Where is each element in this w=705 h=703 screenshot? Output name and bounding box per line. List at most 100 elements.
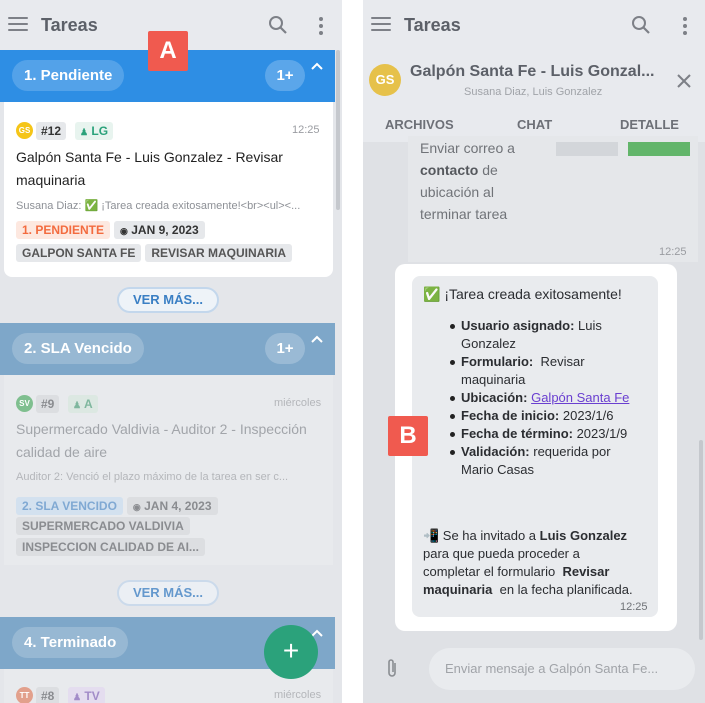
form-tag: INSPECCION CALIDAD DE AI... xyxy=(16,538,205,556)
task-title-line1: Galpón Santa Fe - Luis Gonzalez - Revisa… xyxy=(16,149,283,165)
field-fecha-inicio: Fecha de inicio: 2023/1/6 xyxy=(461,408,614,423)
field-usuario: Usuario asignado: Luis xyxy=(461,318,602,333)
avatar: SV xyxy=(16,395,33,412)
page-title: Tareas xyxy=(41,15,98,35)
field-usuario-cont: Gonzalez xyxy=(461,336,516,351)
prev-time: 12:25 xyxy=(659,246,687,258)
task-created-message: ✅ ¡Tarea creada exitosamente! Usuario as… xyxy=(412,276,658,617)
button-fragment-green xyxy=(628,142,690,156)
field-fecha-termino: Fecha de término: 2023/1/9 xyxy=(461,426,628,441)
section-name: 2. SLA Vencido xyxy=(12,333,144,364)
section-count: 1+ xyxy=(265,333,305,364)
message-input-placeholder: Enviar mensaje a Galpón Santa Fe... xyxy=(445,661,659,676)
location-tag: GALPON SANTA FE xyxy=(16,244,142,262)
avatar: TT xyxy=(16,687,33,703)
add-task-button[interactable]: + xyxy=(264,625,318,679)
search-icon[interactable] xyxy=(631,15,651,35)
search-icon[interactable] xyxy=(268,15,288,35)
section-header-sla-vencido[interactable]: 2. SLA Vencido 1+ xyxy=(0,323,335,375)
hamburger-menu-icon[interactable] xyxy=(371,17,391,33)
task-number: #8 xyxy=(36,687,60,703)
task-title-line2: maquinaria xyxy=(16,172,86,188)
paperclip-icon[interactable] xyxy=(385,657,399,679)
scrollbar[interactable] xyxy=(336,50,340,210)
assignee-badge: ♟ LG xyxy=(75,122,114,140)
section-count: 1+ xyxy=(265,60,305,91)
location-tag: SUPERMERCADO VALDIVIA xyxy=(16,517,190,535)
assignee-badge: ♟ TV xyxy=(68,687,105,703)
location-link[interactable]: Galpón Santa Fe xyxy=(531,390,629,405)
chat-title: Galpón Santa Fe - Luis Gonzal... xyxy=(410,63,655,80)
task-title-line1: Supermercado Valdivia - Auditor 2 - Insp… xyxy=(16,421,307,437)
see-more-button[interactable]: VER MÁS... xyxy=(117,287,219,313)
hamburger-menu-icon[interactable] xyxy=(8,17,28,33)
user-icon: ♟ xyxy=(73,692,82,702)
invite-line2: para que pueda proceder a xyxy=(423,546,580,561)
invite-line3: completar el formulario Revisar xyxy=(423,564,610,579)
section-name: 4. Terminado xyxy=(12,627,129,658)
field-formulario-cont: maquinaria xyxy=(461,372,526,387)
chat-subtitle: Susana Diaz, Luis Gonzalez xyxy=(464,86,603,98)
message-input[interactable]: Enviar mensaje a Galpón Santa Fe... xyxy=(429,648,695,690)
task-preview: Auditor 2: Venció el plazo máximo de la … xyxy=(16,471,289,483)
chevron-up-icon[interactable] xyxy=(311,61,323,73)
assignee-initials: A xyxy=(83,397,93,411)
task-list-panel: Tareas 1. Pendiente 1+ GS #12 ♟ LG 12:25… xyxy=(0,0,342,703)
tab-archivos[interactable]: ARCHIVOS xyxy=(385,117,454,132)
field-ubicacion: Ubicación: Galpón Santa Fe xyxy=(461,390,630,405)
status-tag: 1. PENDIENTE xyxy=(16,221,111,239)
assignee-initials: TV xyxy=(84,689,100,703)
user-icon: ♟ xyxy=(80,127,89,137)
clock-icon: ◉ xyxy=(120,226,128,236)
task-tag-location: SUPERMERCADO VALDIVIA xyxy=(16,517,194,535)
task-time: miércoles xyxy=(274,397,322,409)
task-tags-row1: 2. SLA VENCIDO ◉ JAN 4, 2023 xyxy=(16,497,222,515)
chevron-up-icon[interactable] xyxy=(311,334,323,346)
task-number: #12 xyxy=(36,122,67,140)
previous-message: Enviar correo a contacto de ubicación al… xyxy=(408,136,698,262)
task-tags-row1: 1. PENDIENTE ◉ JAN 9, 2023 xyxy=(16,221,209,239)
task-tags-row2: GALPON SANTA FE REVISAR MAQUINARIA xyxy=(16,244,296,262)
more-options-icon[interactable] xyxy=(319,17,323,38)
field-validacion-cont: Mario Casas xyxy=(461,462,534,477)
button-fragment xyxy=(556,142,618,156)
message-heading: ✅ ¡Tarea creada exitosamente! xyxy=(423,286,622,302)
marker-a: A xyxy=(148,31,188,71)
task-card[interactable]: SV #9 ♟ A miércoles Supermercado Valdivi… xyxy=(4,375,333,565)
page-title: Tareas xyxy=(404,15,461,35)
more-options-icon[interactable] xyxy=(683,17,687,38)
task-number: #9 xyxy=(36,395,60,413)
date-tag: ◉ JAN 9, 2023 xyxy=(114,221,205,239)
field-formulario: Formulario: Revisar xyxy=(461,354,585,369)
prev-line1: Enviar correo a xyxy=(420,140,515,156)
top-bar: Tareas xyxy=(363,0,705,50)
invite-line4: maquinaria en la fecha planificada. xyxy=(423,582,633,597)
field-validacion: Validación: requerida por xyxy=(461,444,611,459)
tab-chat[interactable]: CHAT xyxy=(517,117,552,132)
form-tag: REVISAR MAQUINARIA xyxy=(145,244,293,262)
prev-line3: ubicación al xyxy=(420,184,494,200)
section-name: 1. Pendiente xyxy=(12,60,125,91)
task-title-line2: calidad de aire xyxy=(16,444,108,460)
invite-line1: 📲 Se ha invitado a Luis Gonzalez xyxy=(423,528,628,543)
task-time: miércoles xyxy=(274,689,322,701)
clock-icon: ◉ xyxy=(132,502,141,512)
task-tag-form: INSPECCION CALIDAD DE AI... xyxy=(16,538,209,556)
user-icon: ♟ xyxy=(73,400,82,410)
status-tag: 2. SLA VENCIDO xyxy=(16,497,123,515)
chat-header: GS Galpón Santa Fe - Luis Gonzal... Susa… xyxy=(363,50,705,142)
prev-line4: terminar tarea xyxy=(420,206,508,222)
tab-detalle[interactable]: DETALLE xyxy=(620,117,679,132)
task-preview: Susana Diaz: ✅ ¡Tarea creada exitosament… xyxy=(16,200,301,212)
assignee-badge: ♟ A xyxy=(68,395,98,413)
prev-line2: contacto de xyxy=(420,162,498,178)
marker-b: B xyxy=(388,416,428,456)
date-tag: ◉ JAN 4, 2023 xyxy=(126,497,218,515)
see-more-button[interactable]: VER MÁS... xyxy=(117,580,219,606)
task-card[interactable]: GS #12 ♟ LG 12:25 Galpón Santa Fe - Luis… xyxy=(4,102,333,277)
avatar: GS xyxy=(16,122,33,139)
scrollbar[interactable] xyxy=(699,440,703,640)
assignee-initials: LG xyxy=(91,124,109,138)
close-icon[interactable] xyxy=(677,74,691,88)
avatar: GS xyxy=(369,64,401,96)
